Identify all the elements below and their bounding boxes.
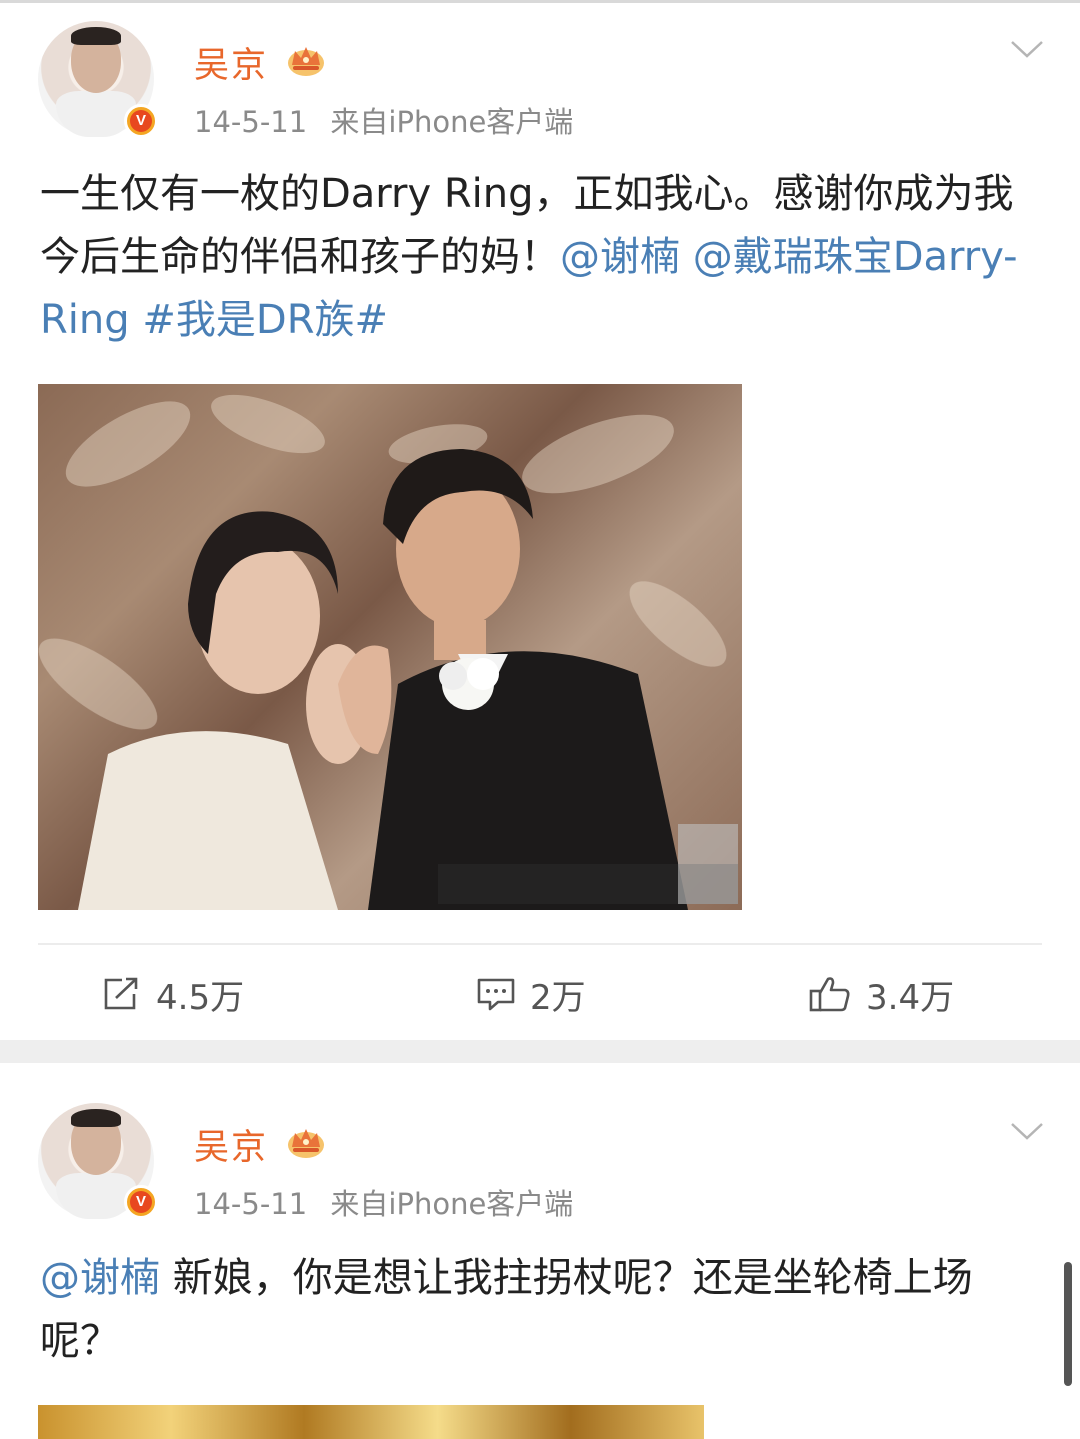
- chevron-down-icon[interactable]: [1010, 39, 1044, 59]
- post-text: @谢楠 新娘，你是想让我拄拐杖呢？还是坐轮椅上场呢？: [40, 1247, 1050, 1373]
- hashtag-link[interactable]: #我是DR族#: [142, 297, 388, 343]
- avatar-shirt: [56, 91, 136, 137]
- post-date: 14-5-11: [194, 1187, 308, 1221]
- weibo-post: V 吴京 14-5-11 来自iPhone客户端 @谢楠 新娘，你是想让我拄拐杖…: [0, 1063, 1080, 1439]
- like-count: 3.4万: [866, 977, 955, 1018]
- comment-button[interactable]: 2万: [476, 971, 586, 1018]
- post-photo[interactable]: [38, 384, 742, 910]
- action-divider: [38, 943, 1042, 945]
- username[interactable]: 吴京: [194, 37, 268, 88]
- post-meta: 14-5-11 来自iPhone客户端: [194, 1181, 573, 1223]
- avatar-hair: [71, 27, 121, 45]
- post-meta: 14-5-11 来自iPhone客户端: [194, 99, 573, 141]
- verified-v-label: V: [130, 110, 152, 132]
- like-icon: [809, 977, 850, 1012]
- mention-link[interactable]: @谢楠: [560, 234, 680, 280]
- chevron-down-icon[interactable]: [1010, 1121, 1044, 1141]
- post-separator: [0, 1040, 1080, 1063]
- post-source: 来自iPhone客户端: [330, 1187, 574, 1221]
- text-separator: [680, 234, 693, 280]
- crown-icon: [288, 47, 324, 76]
- post-body: 新娘，你是想让我拄拐杖呢？还是坐轮椅上场呢？: [40, 1255, 973, 1364]
- repost-icon: [104, 977, 138, 1010]
- wedding-photo-illustration: [38, 394, 738, 910]
- username[interactable]: 吴京: [194, 1119, 268, 1170]
- crown-icon: [288, 1129, 324, 1158]
- scrollbar[interactable]: [1064, 1262, 1072, 1386]
- post-photo[interactable]: [38, 1405, 704, 1439]
- like-button[interactable]: 3.4万: [808, 971, 955, 1018]
- verified-v-icon: V: [124, 104, 158, 138]
- mention-link[interactable]: @谢楠: [40, 1255, 160, 1301]
- post-text: 一生仅有一枚的Darry Ring，正如我心。感谢你成为我今后生命的伴侣和孩子的…: [40, 163, 1050, 352]
- weibo-post: V 吴京 14-5-11 来自iPhone客户端 一生仅有一枚的Darry Ri…: [0, 3, 1080, 1040]
- comment-count: 2万: [530, 977, 586, 1018]
- avatar-hair: [71, 1109, 121, 1127]
- post-source: 来自iPhone客户端: [330, 105, 574, 139]
- post-date: 14-5-11: [194, 105, 308, 139]
- comment-icon: [477, 978, 515, 1011]
- verified-v-icon: V: [124, 1185, 158, 1219]
- text-separator: [130, 297, 143, 343]
- repost-count: 4.5万: [156, 977, 245, 1018]
- repost-button[interactable]: 4.5万: [102, 971, 245, 1018]
- verified-v-label: V: [130, 1191, 152, 1213]
